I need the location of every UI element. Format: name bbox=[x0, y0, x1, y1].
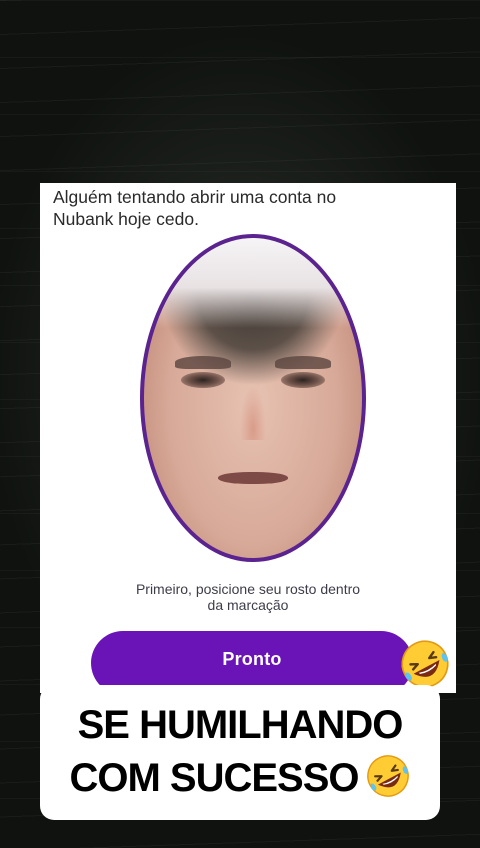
nubank-screenshot: Alguém tentando abrir uma conta no Nuban… bbox=[40, 183, 456, 693]
right-eye bbox=[281, 372, 325, 389]
meme-image: Alguém tentando abrir uma conta no Nuban… bbox=[0, 0, 480, 848]
rolling-on-the-floor-laughing-icon bbox=[401, 640, 449, 688]
pronto-button-label: Pronto bbox=[222, 649, 282, 669]
caption-line-1: SE HUMILHANDO bbox=[77, 703, 404, 747]
right-eyebrow bbox=[274, 356, 332, 370]
mouth bbox=[218, 471, 288, 485]
nose bbox=[239, 385, 267, 440]
face-capture-oval bbox=[140, 234, 366, 562]
caption-line-2-wrap: COM SUCESSO bbox=[40, 752, 440, 805]
hair-region bbox=[144, 238, 362, 328]
pronto-button[interactable]: Pronto bbox=[91, 631, 413, 693]
instruction-text: Primeiro, posicione seu rosto dentro da … bbox=[135, 581, 361, 613]
left-eyebrow bbox=[174, 356, 232, 370]
rolling-on-the-floor-laughing-icon bbox=[366, 755, 409, 797]
caption-text: Alguém tentando abrir uma conta no Nuban… bbox=[53, 187, 337, 229]
left-eye bbox=[181, 372, 225, 389]
meme-caption-box: SE HUMILHANDO COM SUCESSO bbox=[40, 685, 440, 820]
caption-line-2: COM SUCESSO bbox=[69, 756, 359, 800]
